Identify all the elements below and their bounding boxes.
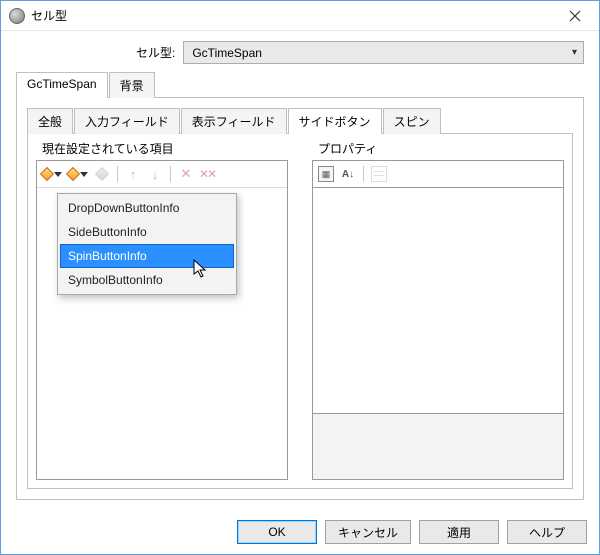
property-pages-button	[369, 164, 389, 184]
dropdown-item-spinbuttoninfo[interactable]: SpinButtonInfo	[60, 244, 234, 268]
outer-tabs: GcTimeSpan 背景	[16, 72, 584, 98]
property-grid-area[interactable]	[312, 187, 564, 414]
diamond-icon	[40, 167, 54, 181]
delete-all-icon: ✕✕	[200, 167, 216, 181]
alphabetical-icon: A↓	[340, 166, 356, 182]
items-toolbar: ↑ ↓ ✕ ✕✕	[37, 161, 287, 188]
tab-gctimespan[interactable]: GcTimeSpan	[16, 72, 108, 98]
tab-input-fields[interactable]: 入力フィールド	[74, 108, 180, 134]
categorized-button[interactable]: ▦	[316, 164, 336, 184]
diamond-icon	[66, 167, 80, 181]
cell-type-selected: GcTimeSpan	[192, 46, 262, 60]
categorized-icon: ▦	[318, 166, 334, 182]
tab-display-fields[interactable]: 表示フィールド	[181, 108, 287, 134]
property-pages-icon	[371, 166, 387, 182]
chevron-down-icon: ▾	[572, 47, 577, 58]
window-title: セル型	[31, 7, 555, 24]
cell-type-select[interactable]: GcTimeSpan ▾	[183, 41, 584, 64]
arrow-up-icon: ↑	[130, 167, 137, 182]
ok-button[interactable]: OK	[237, 520, 317, 544]
alphabetical-button[interactable]: A↓	[338, 164, 358, 184]
dropdown-item-sidebuttoninfo[interactable]: SideButtonInfo	[60, 220, 234, 244]
inner-tab-panel: 現在設定されている項目	[27, 133, 573, 489]
app-icon	[9, 8, 25, 24]
items-heading: 現在設定されている項目	[42, 140, 288, 157]
dropdown-item-symbolbuttoninfo[interactable]: SymbolButtonInfo	[60, 268, 234, 292]
property-grid: ▦ A↓	[312, 160, 564, 480]
close-button[interactable]	[555, 2, 595, 30]
inner-tabs: 全般 入力フィールド 表示フィールド サイドボタン スピン	[27, 108, 573, 134]
apply-button[interactable]: 適用	[419, 520, 499, 544]
toolbar-separator	[363, 166, 364, 182]
delete-icon: ✕	[181, 166, 192, 182]
dialog-body: セル型: GcTimeSpan ▾ GcTimeSpan 背景 全般 入力フィー…	[1, 31, 599, 512]
outer-tab-panel: 全般 入力フィールド 表示フィールド サイドボタン スピン 現在設定されている項…	[16, 97, 584, 500]
cell-type-label: セル型:	[136, 44, 175, 61]
add-dropdown-menu: DropDownButtonInfo SideButtonInfo SpinBu…	[57, 193, 237, 295]
tab-general[interactable]: 全般	[27, 108, 73, 134]
cell-type-row: セル型: GcTimeSpan ▾	[16, 41, 584, 64]
property-description-area	[312, 414, 564, 480]
tab-side-buttons[interactable]: サイドボタン	[288, 108, 382, 134]
add-alt-dropdown-button[interactable]	[66, 164, 90, 184]
dialog-buttons: OK キャンセル 適用 ヘルプ	[1, 512, 599, 554]
property-grid-toolbar: ▦ A↓	[312, 160, 564, 187]
move-down-button: ↓	[145, 164, 165, 184]
close-icon	[569, 10, 581, 22]
properties-heading: プロパティ	[318, 140, 564, 157]
cancel-button[interactable]: キャンセル	[325, 520, 411, 544]
toolbar-separator	[117, 166, 118, 182]
delete-button: ✕	[176, 164, 196, 184]
arrow-down-icon: ↓	[152, 167, 159, 182]
chevron-down-icon	[54, 172, 62, 177]
diamond-icon	[95, 167, 109, 181]
delete-all-button: ✕✕	[198, 164, 218, 184]
tab-spin[interactable]: スピン	[383, 108, 441, 134]
copy-button	[92, 164, 112, 184]
titlebar: セル型	[1, 1, 599, 31]
dialog-window: セル型 セル型: GcTimeSpan ▾ GcTimeSpan 背景	[0, 0, 600, 555]
items-listbox[interactable]: ↑ ↓ ✕ ✕✕ DropDownButtonInfo SideButtonIn…	[36, 160, 288, 480]
add-dropdown-button[interactable]	[40, 164, 64, 184]
properties-column: プロパティ ▦ A↓	[312, 140, 564, 480]
dropdown-item-dropdownbuttoninfo[interactable]: DropDownButtonInfo	[60, 196, 234, 220]
move-up-button: ↑	[123, 164, 143, 184]
items-column: 現在設定されている項目	[36, 140, 288, 480]
toolbar-separator	[170, 166, 171, 182]
chevron-down-icon	[80, 172, 88, 177]
help-button[interactable]: ヘルプ	[507, 520, 587, 544]
tab-background[interactable]: 背景	[109, 72, 155, 98]
